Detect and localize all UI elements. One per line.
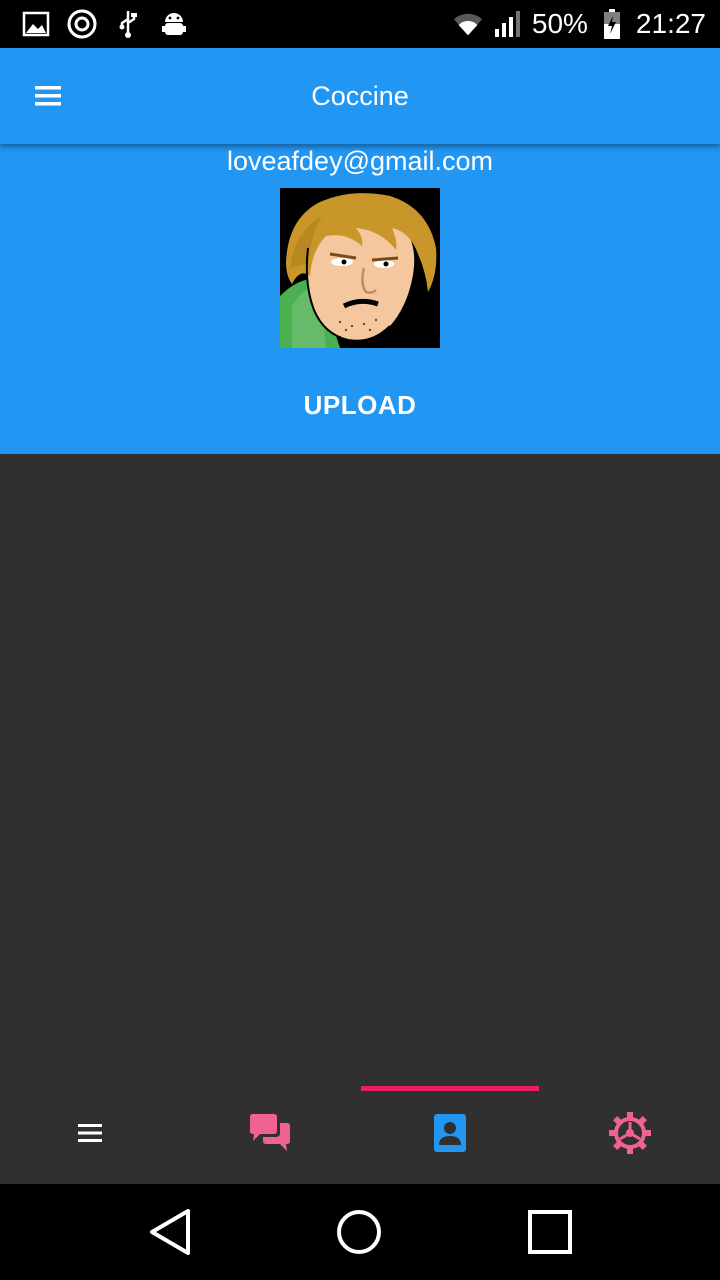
bottom-tab-bar [0,1086,720,1184]
usb-icon [112,8,144,40]
tab-contacts[interactable] [360,1086,540,1184]
android-debug-icon [158,8,190,40]
recents-icon[interactable] [520,1204,580,1260]
system-nav-bar [0,1184,720,1280]
wifi-icon [452,8,484,40]
app-bar: Coccine [0,48,720,144]
list-icon [78,1123,102,1148]
signal-icon [492,8,524,40]
app-title: Coccine [311,81,409,111]
settings-gear-icon [609,1111,651,1159]
tab-settings[interactable] [540,1086,720,1184]
status-bar: 50% 21:27 [0,0,720,48]
gallery-icon [20,8,52,40]
clock: 21:27 [635,8,706,39]
battery-charging-icon [596,8,628,40]
profile-header: loveafdey@gmail.com UPLOAD [0,144,720,454]
user-email: loveafdey@gmail.com [226,146,494,176]
back-icon[interactable] [140,1204,200,1260]
home-icon[interactable] [329,1204,389,1260]
upload-button[interactable]: UPLOAD [260,380,460,430]
chat-icon [248,1113,292,1158]
tab-list[interactable] [0,1086,180,1184]
aperture-icon [66,8,98,40]
avatar[interactable] [280,188,440,348]
battery-percent: 50% [531,8,588,39]
tab-chat[interactable] [180,1086,360,1184]
contact-card-icon [433,1113,467,1158]
